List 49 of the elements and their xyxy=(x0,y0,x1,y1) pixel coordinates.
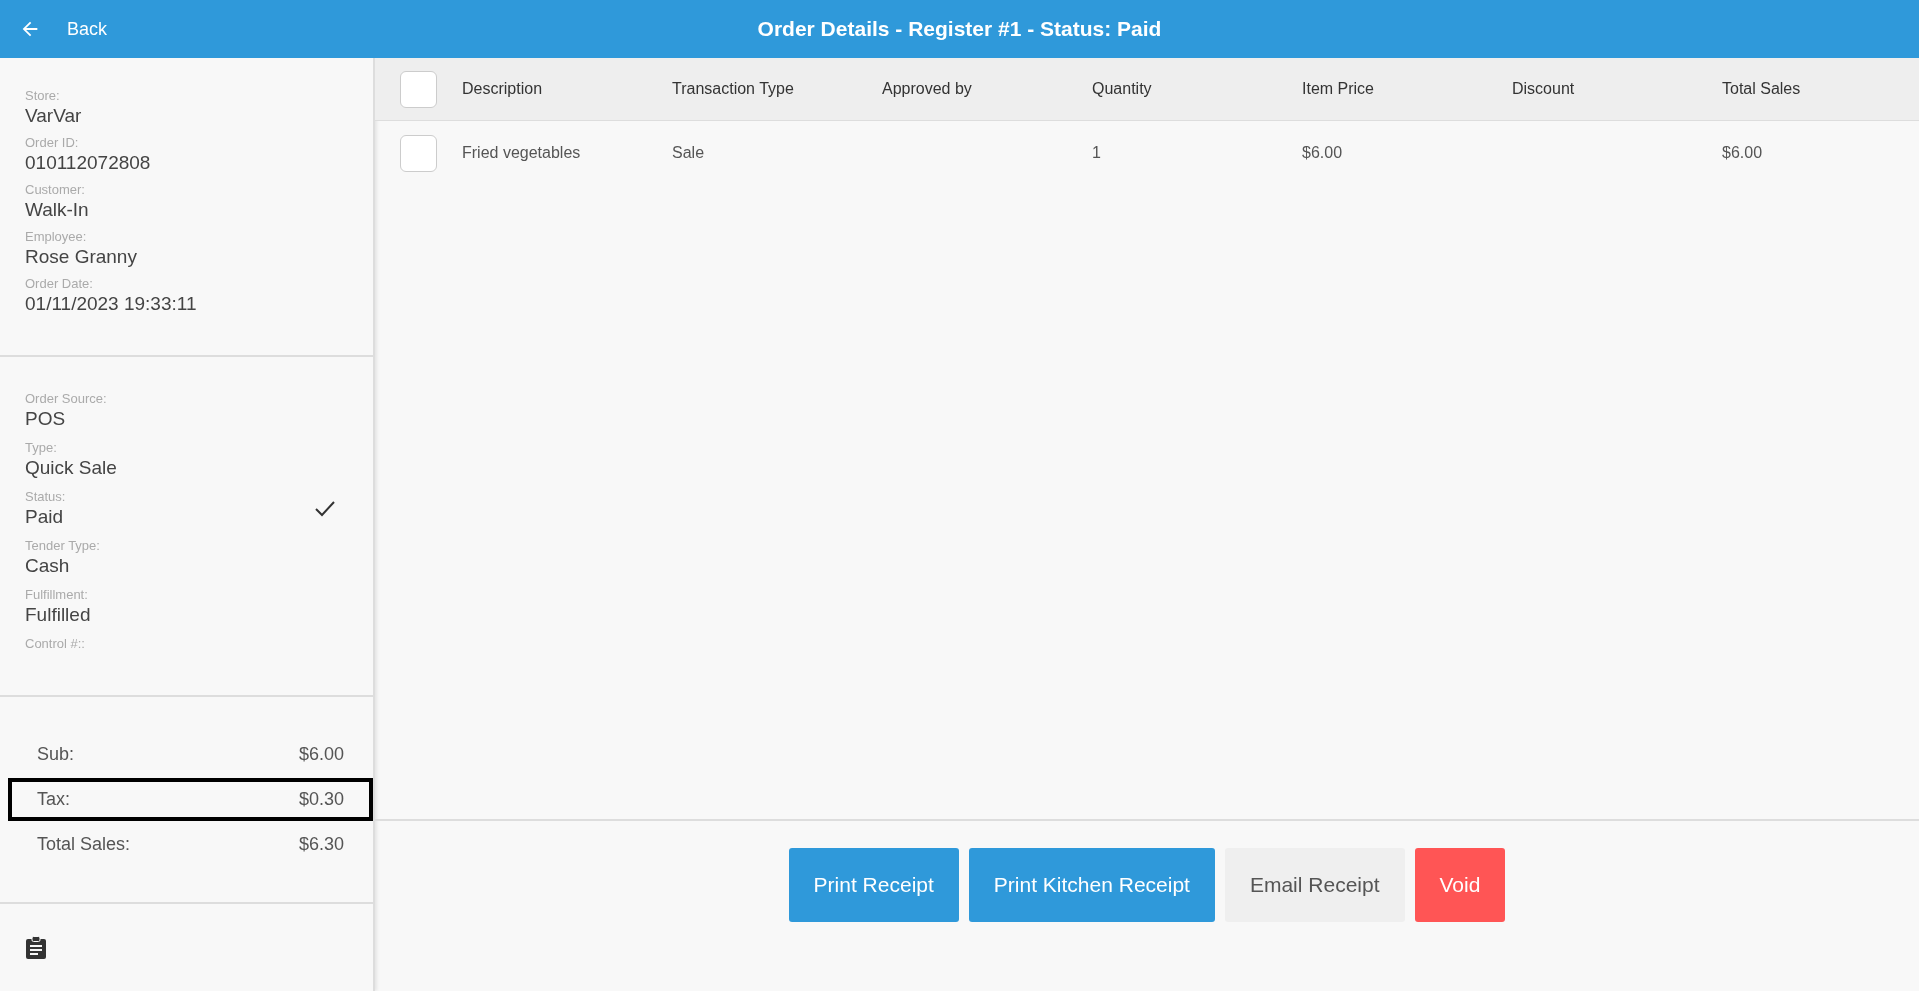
total-value: $0.30 xyxy=(298,789,344,810)
action-button[interactable]: Void xyxy=(1414,848,1506,922)
field-label: Order Source: xyxy=(25,391,107,406)
column-header: Total Sales xyxy=(1722,80,1802,98)
total-label: Tax: xyxy=(37,789,70,810)
field-label: Tender Type: xyxy=(25,538,100,553)
table-cell: Fried vegetables xyxy=(462,144,581,161)
field-label: Order Date: xyxy=(25,276,93,291)
total-value: $6.30 xyxy=(298,834,344,855)
select-all-checkbox[interactable] xyxy=(400,70,437,108)
total-label: Total Sales: xyxy=(37,834,131,855)
column-header: Item Price xyxy=(1302,80,1375,98)
page-title: Order Details - Register #1 - Status: Paid xyxy=(757,17,1162,41)
field-label: Status: xyxy=(25,489,66,504)
field-label: Order ID: xyxy=(25,135,79,150)
column-header: Discount xyxy=(1512,80,1576,98)
field-label: Control #:: xyxy=(25,636,85,651)
clipboard-icon[interactable] xyxy=(25,936,47,960)
total-value: $6.00 xyxy=(298,744,344,765)
column-header: Approved by xyxy=(882,80,973,98)
field-label: Fulfillment: xyxy=(25,587,89,602)
back-button[interactable]: Back xyxy=(0,18,108,40)
table-cell: $6.00 xyxy=(1302,144,1343,161)
field-value: POS xyxy=(25,408,67,430)
column-header: Description xyxy=(462,80,544,98)
field-label: Type: xyxy=(25,440,58,455)
column-header: Transaction Type xyxy=(672,80,795,98)
field-value: Cash xyxy=(25,555,71,577)
row-checkbox[interactable] xyxy=(400,134,437,172)
table-cell: 1 xyxy=(1092,144,1101,161)
field-label: Employee: xyxy=(25,229,87,244)
total-label: Sub: xyxy=(37,744,75,765)
field-value: Paid xyxy=(25,506,65,528)
checkmark-icon xyxy=(314,499,336,518)
field-value: 01/11/2023 19:33:11 xyxy=(25,293,197,315)
action-button[interactable]: Print Kitchen Receipt xyxy=(968,848,1215,922)
column-header: Quantity xyxy=(1092,80,1153,98)
action-button[interactable]: Print Receipt xyxy=(788,848,959,922)
table-cell: $6.00 xyxy=(1722,144,1763,161)
field-value: Fulfilled xyxy=(25,604,91,626)
table-cell: Sale xyxy=(672,144,705,161)
field-value: Walk-In xyxy=(25,199,89,221)
field-value: Rose Granny xyxy=(25,246,137,268)
field-value: 010112072808 xyxy=(25,152,151,174)
field-value: VarVar xyxy=(25,105,82,127)
action-button[interactable]: Email Receipt xyxy=(1224,848,1405,922)
field-value: Quick Sale xyxy=(25,457,117,479)
field-label: Customer: xyxy=(25,182,85,197)
field-label: Store: xyxy=(25,88,60,103)
